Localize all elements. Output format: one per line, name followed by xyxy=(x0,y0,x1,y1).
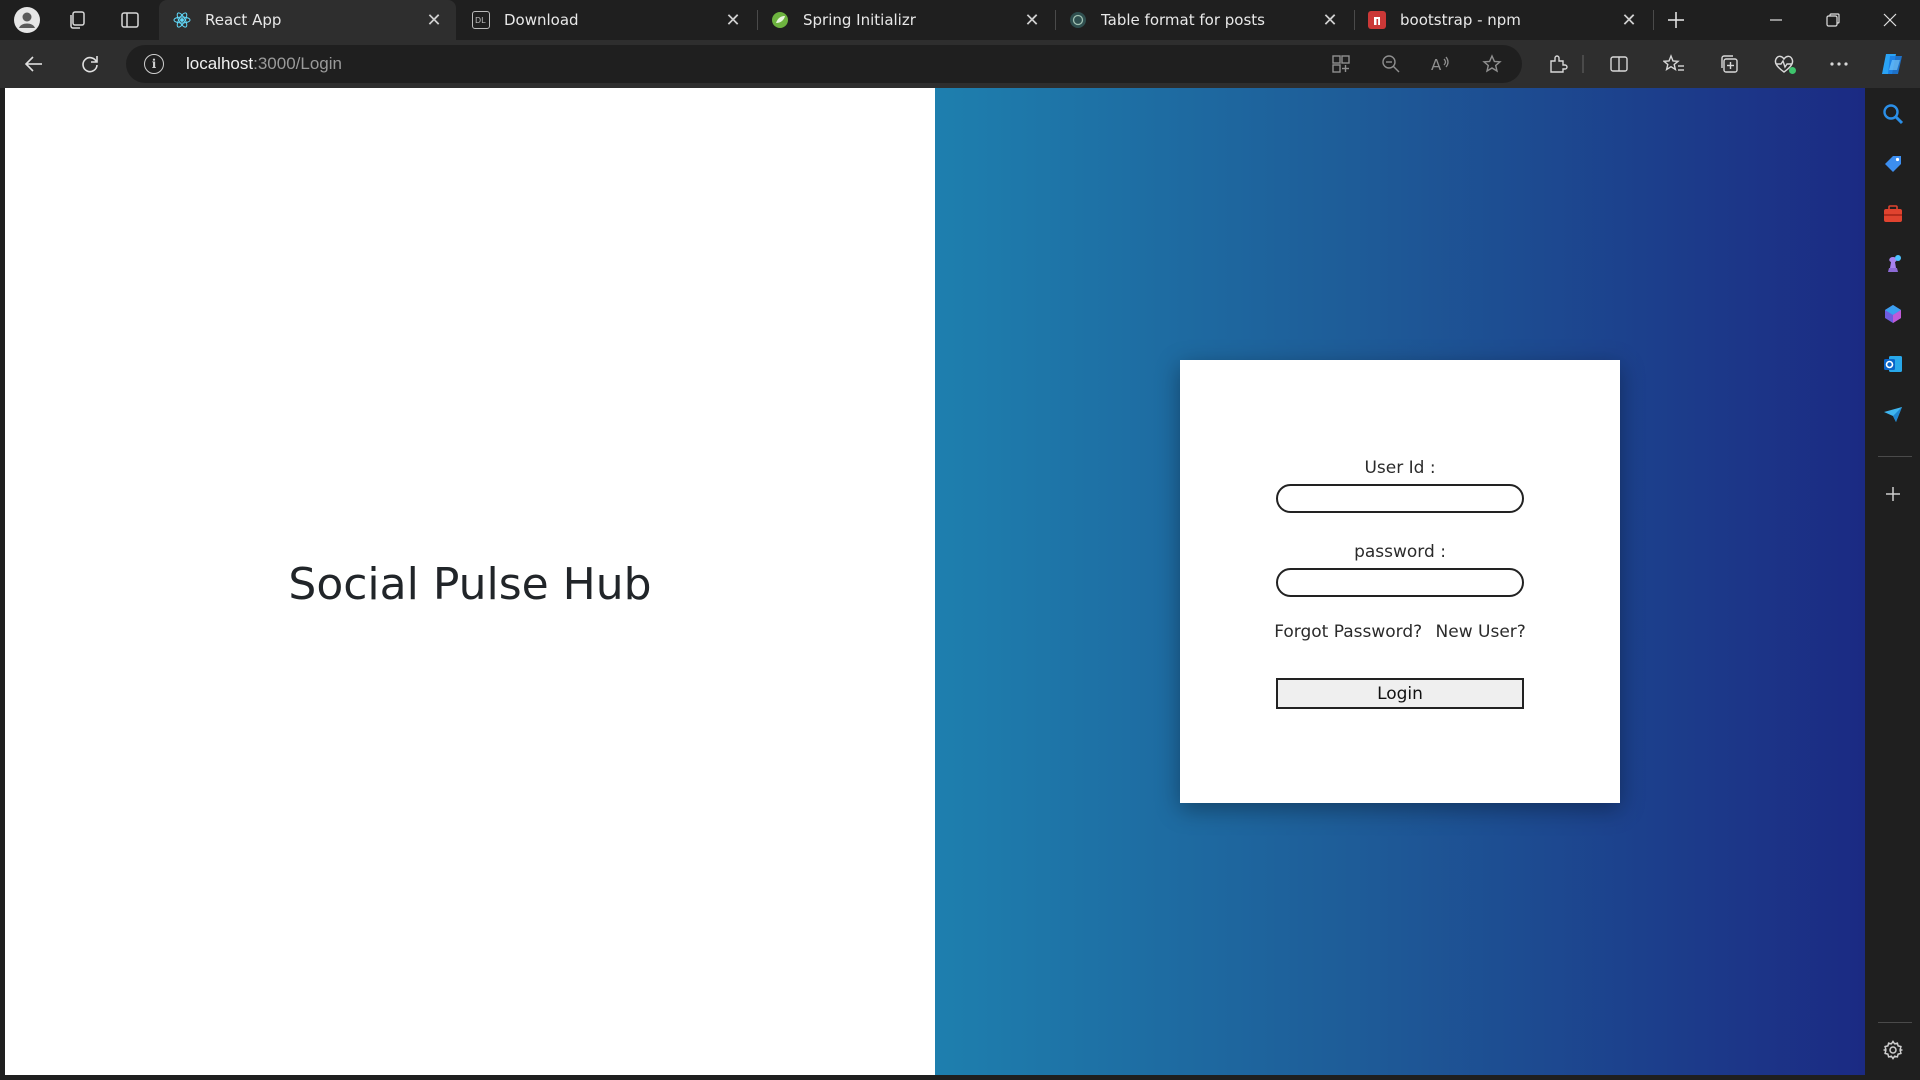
profile-avatar-icon[interactable] xyxy=(12,5,42,35)
login-card: User Id : password : Forgot Password? Ne… xyxy=(1180,360,1620,803)
sidebar-divider xyxy=(1878,1022,1912,1023)
browser-essentials-icon[interactable] xyxy=(1768,48,1800,80)
site-info-icon[interactable]: i xyxy=(144,54,164,74)
app-available-icon[interactable] xyxy=(1329,52,1353,76)
address-bar[interactable]: i localhost:3000/Login A xyxy=(126,45,1522,83)
minimize-icon[interactable] xyxy=(1748,0,1804,40)
close-icon[interactable]: ✕ xyxy=(1619,10,1639,31)
npm-icon xyxy=(1368,11,1386,29)
favorites-icon[interactable] xyxy=(1658,48,1690,80)
restore-icon[interactable] xyxy=(1805,0,1861,40)
back-arrow-icon[interactable] xyxy=(18,48,50,80)
favorite-star-icon[interactable] xyxy=(1480,52,1504,76)
status-dot xyxy=(1789,67,1796,74)
tab-strip: React App ✕ DL Download ✕ Spring Initial… xyxy=(0,0,1920,40)
forgot-password-link[interactable]: Forgot Password? xyxy=(1274,622,1422,642)
sidebar-divider xyxy=(1878,456,1912,457)
toolbar-divider xyxy=(1582,55,1584,73)
read-aloud-icon[interactable]: A xyxy=(1429,52,1453,76)
tab-bootstrap-npm[interactable]: bootstrap - npm ✕ xyxy=(1354,0,1651,40)
games-chess-icon[interactable] xyxy=(1877,248,1909,280)
close-window-icon[interactable] xyxy=(1862,0,1918,40)
tab-download[interactable]: DL Download ✕ xyxy=(458,0,755,40)
edge-sidebar xyxy=(1865,88,1920,1080)
brand-pane: Social Pulse Hub xyxy=(5,88,935,1075)
brand-title: Social Pulse Hub xyxy=(288,559,652,610)
page-viewport: Social Pulse Hub User Id : password : Fo… xyxy=(5,88,1865,1075)
copilot-icon[interactable] xyxy=(1876,48,1908,80)
svg-text:A: A xyxy=(1431,56,1442,74)
workspaces-icon[interactable] xyxy=(62,5,92,35)
close-icon[interactable]: ✕ xyxy=(1320,10,1340,31)
zoom-out-icon[interactable] xyxy=(1379,52,1403,76)
shopping-tag-icon[interactable] xyxy=(1877,148,1909,180)
outlook-icon[interactable] xyxy=(1877,348,1909,380)
spring-icon xyxy=(771,11,789,29)
tab-title: Spring Initializr xyxy=(803,11,916,29)
sidebar-settings-gear-icon[interactable] xyxy=(1877,1034,1909,1066)
tab-divider xyxy=(1653,10,1654,30)
user-id-input[interactable] xyxy=(1276,484,1524,513)
more-menu-icon[interactable] xyxy=(1823,48,1855,80)
collections-icon[interactable] xyxy=(1713,48,1745,80)
tools-briefcase-icon[interactable] xyxy=(1877,198,1909,230)
login-button[interactable]: Login xyxy=(1276,678,1524,709)
refresh-icon[interactable] xyxy=(74,48,106,80)
add-sidebar-app-plus-icon[interactable] xyxy=(1877,478,1909,510)
password-input[interactable] xyxy=(1276,568,1524,597)
login-pane: User Id : password : Forgot Password? Ne… xyxy=(935,88,1865,1075)
microsoft-365-icon[interactable] xyxy=(1877,298,1909,330)
close-icon[interactable]: ✕ xyxy=(1022,10,1042,31)
svg-text:DL: DL xyxy=(475,16,486,25)
chatgpt-icon xyxy=(1069,11,1087,29)
download-page-icon: DL xyxy=(472,11,490,29)
close-icon[interactable]: ✕ xyxy=(424,10,444,31)
split-screen-icon[interactable] xyxy=(1603,48,1635,80)
search-icon[interactable] xyxy=(1877,98,1909,130)
new-tab-plus-icon[interactable] xyxy=(1661,5,1691,35)
react-icon xyxy=(173,11,191,29)
user-id-label: User Id : xyxy=(1364,458,1436,478)
new-user-link[interactable]: New User? xyxy=(1436,622,1526,642)
tab-title: bootstrap - npm xyxy=(1400,11,1521,29)
tab-react-app[interactable]: React App ✕ xyxy=(159,0,456,40)
tab-title: Table format for posts xyxy=(1101,11,1265,29)
url-text[interactable]: localhost:3000/Login xyxy=(186,54,342,74)
browser-toolbar: i localhost:3000/Login A xyxy=(0,40,1920,88)
tab-title: React App xyxy=(205,11,282,29)
tab-actions-icon[interactable] xyxy=(115,5,145,35)
drop-send-icon[interactable] xyxy=(1877,398,1909,430)
tab-spring-initializr[interactable]: Spring Initializr ✕ xyxy=(757,0,1054,40)
password-label: password : xyxy=(1354,542,1446,562)
tab-title: Download xyxy=(504,11,579,29)
tab-table-format[interactable]: Table format for posts ✕ xyxy=(1055,0,1352,40)
extensions-icon[interactable] xyxy=(1542,48,1574,80)
close-icon[interactable]: ✕ xyxy=(723,10,743,31)
login-links: Forgot Password? New User? xyxy=(1180,622,1620,642)
